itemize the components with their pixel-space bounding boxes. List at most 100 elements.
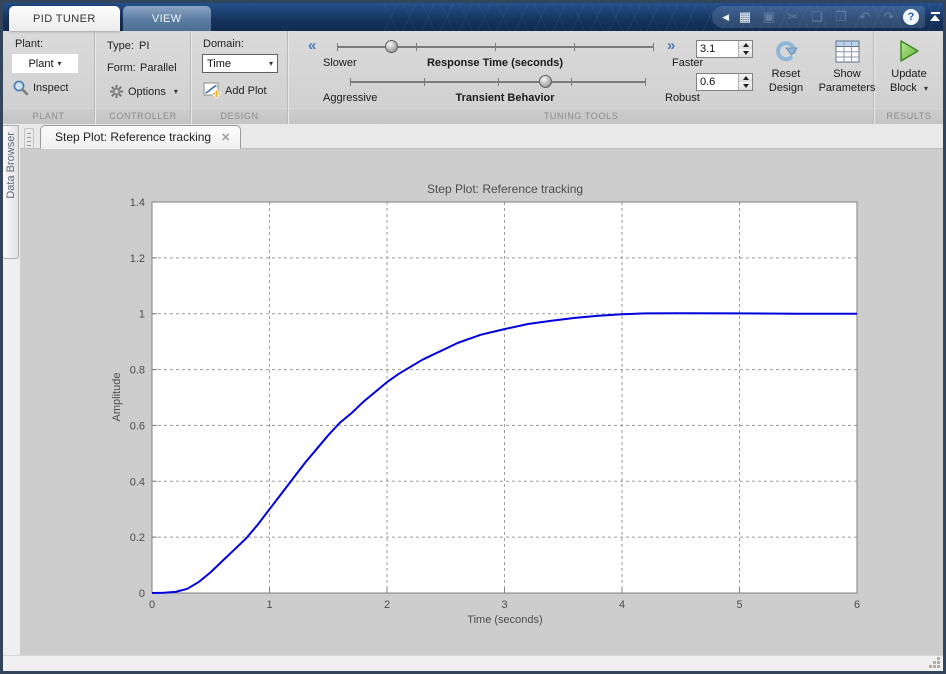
redo-icon[interactable]: ↷ (879, 8, 899, 26)
spin-down-icon (742, 84, 749, 88)
chevron-down-icon: ▾ (268, 59, 273, 68)
response-time-spin-down[interactable] (739, 49, 752, 57)
type-label: Type: (107, 40, 134, 52)
x-tick-label: 6 (854, 599, 860, 611)
transient-behavior-slider-handle[interactable] (538, 75, 552, 88)
options-label: Options (128, 85, 166, 98)
document-tabbar: Step Plot: Reference tracking ✕ (20, 124, 943, 154)
spin-down-icon (742, 51, 749, 55)
spin-up-icon (742, 76, 749, 80)
workspace: Data Browser Step Plot: Reference tracki… (3, 124, 943, 655)
panel-plant-title: PLANT (3, 108, 94, 124)
transient-behavior-input[interactable] (697, 74, 738, 90)
domain-dropdown-value: Time (207, 57, 232, 70)
type-value: PI (139, 40, 150, 52)
faster-step-icon[interactable]: » (667, 38, 675, 53)
panel-controller-title: CONTROLLER (96, 108, 190, 124)
update-block-label-2: Block (890, 81, 917, 94)
tab-view[interactable]: VIEW (122, 6, 211, 31)
form-value: Parallel (140, 62, 177, 74)
transient-spin-down[interactable] (739, 82, 752, 90)
domain-dropdown[interactable]: Time ▾ (202, 54, 278, 73)
help-icon[interactable]: ? (903, 9, 919, 25)
response-time-slider-handle[interactable] (384, 40, 398, 53)
minimize-ribbon-bar (930, 11, 940, 14)
slider-tick (416, 43, 417, 51)
slider-tick (337, 43, 338, 51)
x-tick-label: 1 (266, 599, 272, 611)
slower-step-icon[interactable]: « (308, 38, 316, 53)
pid-tuner-window: PID TUNER VIEW ◀ ▦ ▣ ✂ ❏ ❐ ↶ ↷ ? Plant: … (0, 0, 946, 674)
quick-access-toolbar: ◀ ▦ ▣ ✂ ❏ ❐ ↶ ↷ ? (712, 6, 925, 28)
gear-icon (109, 84, 124, 99)
update-block-button[interactable]: Update Block ▾ (878, 33, 940, 106)
slider-tick (653, 43, 654, 51)
robust-label: Robust (665, 92, 700, 104)
cut-icon[interactable]: ✂ (783, 8, 803, 26)
reset-design-button[interactable]: Reset Design (757, 33, 815, 106)
data-browser-tab[interactable]: Data Browser (3, 125, 19, 259)
add-plot-icon (203, 82, 221, 99)
panel-design-title: DESIGN (192, 108, 287, 124)
transient-behavior-label: Transient Behavior (455, 92, 555, 104)
faster-label: Faster (672, 57, 704, 69)
panel-plant: Plant: Plant ▾ Inspect PLANT (3, 31, 95, 124)
reset-design-label-2: Design (768, 81, 804, 94)
response-time-input[interactable] (697, 41, 738, 57)
chevron-down-icon: ▾ (173, 87, 178, 96)
inspect-label: Inspect (33, 81, 69, 94)
step-plot-chart[interactable]: 0 1 2 3 4 5 6 0 0.2 0.4 0.6 0.8 1 1.2 1.4 Step Plot: R… (20, 149, 943, 655)
slider-tick (495, 43, 496, 51)
show-parameters-label-1: Show (833, 68, 861, 80)
close-icon[interactable]: ✕ (221, 131, 230, 144)
save-icon[interactable]: ▣ (759, 8, 779, 26)
slider-tick (497, 78, 499, 86)
plant-dropdown-value: Plant (28, 57, 54, 70)
plant-dropdown[interactable]: Plant ▾ (12, 54, 78, 73)
panel-design: Domain: Time ▾ Add Plot DESIGN (191, 31, 288, 124)
resize-grip-icon[interactable] (929, 657, 941, 669)
y-tick-label: 0.2 (130, 532, 145, 544)
document-area: Step Plot: Reference tracking ✕ 01234560… (20, 124, 943, 655)
tab-pid-tuner-label: PID TUNER (33, 12, 96, 25)
statusbar (3, 655, 943, 671)
chart-xlabel: Time (seconds) (467, 614, 542, 626)
slider-tick (574, 43, 575, 51)
show-parameters-button[interactable]: Show Parameters (816, 33, 878, 106)
y-tick-label: 1.2 (130, 253, 145, 265)
y-tick-label: 0.4 (130, 476, 145, 488)
aggressive-label: Aggressive (323, 92, 378, 104)
paste-icon[interactable]: ❐ (831, 8, 851, 26)
transient-behavior-slider[interactable] (350, 75, 646, 88)
ribbon-toolbar: Plant: Plant ▾ Inspect PLANT Type: PI Fo… (3, 31, 943, 124)
magnifier-icon (13, 80, 29, 96)
inspect-button[interactable]: Inspect (12, 79, 68, 96)
add-plot-button[interactable]: Add Plot (203, 82, 267, 99)
minimize-ribbon-triangle (930, 14, 940, 21)
minimize-ribbon-icon[interactable] (927, 6, 943, 26)
transient-spin-up[interactable] (739, 74, 752, 82)
copy-icon[interactable]: ❏ (807, 8, 827, 26)
reset-design-label-1: Reset (771, 68, 801, 80)
panel-results-title: RESULTS (875, 108, 943, 124)
chevron-down-icon: ▾ (57, 59, 62, 68)
transient-behavior-spinner (696, 73, 753, 91)
qat-handle-icon: ◀ (722, 11, 729, 22)
response-time-label: Response Time (seconds) (426, 57, 564, 69)
step-plot-tab-label: Step Plot: Reference tracking (55, 130, 212, 144)
response-time-spinner (696, 40, 753, 58)
layout-icon[interactable]: ▦ (735, 8, 755, 26)
tab-pid-tuner[interactable]: PID TUNER (9, 6, 120, 31)
add-plot-label: Add Plot (225, 84, 267, 97)
response-time-slider[interactable] (337, 40, 654, 53)
chevron-down-icon: ▾ (923, 83, 928, 93)
panel-tuning-tools: « » Slower Response Time (seconds) Faste… (288, 31, 875, 124)
slower-label: Slower (323, 57, 357, 69)
response-time-spin-up[interactable] (739, 41, 752, 49)
step-plot-tab[interactable]: Step Plot: Reference tracking ✕ (40, 125, 242, 149)
chart-ylabel: Amplitude (111, 373, 123, 422)
options-button[interactable]: Options ▾ (109, 84, 178, 99)
undo-icon[interactable]: ↶ (855, 8, 875, 26)
slider-tick (571, 78, 573, 86)
tab-view-label: VIEW (151, 12, 182, 25)
